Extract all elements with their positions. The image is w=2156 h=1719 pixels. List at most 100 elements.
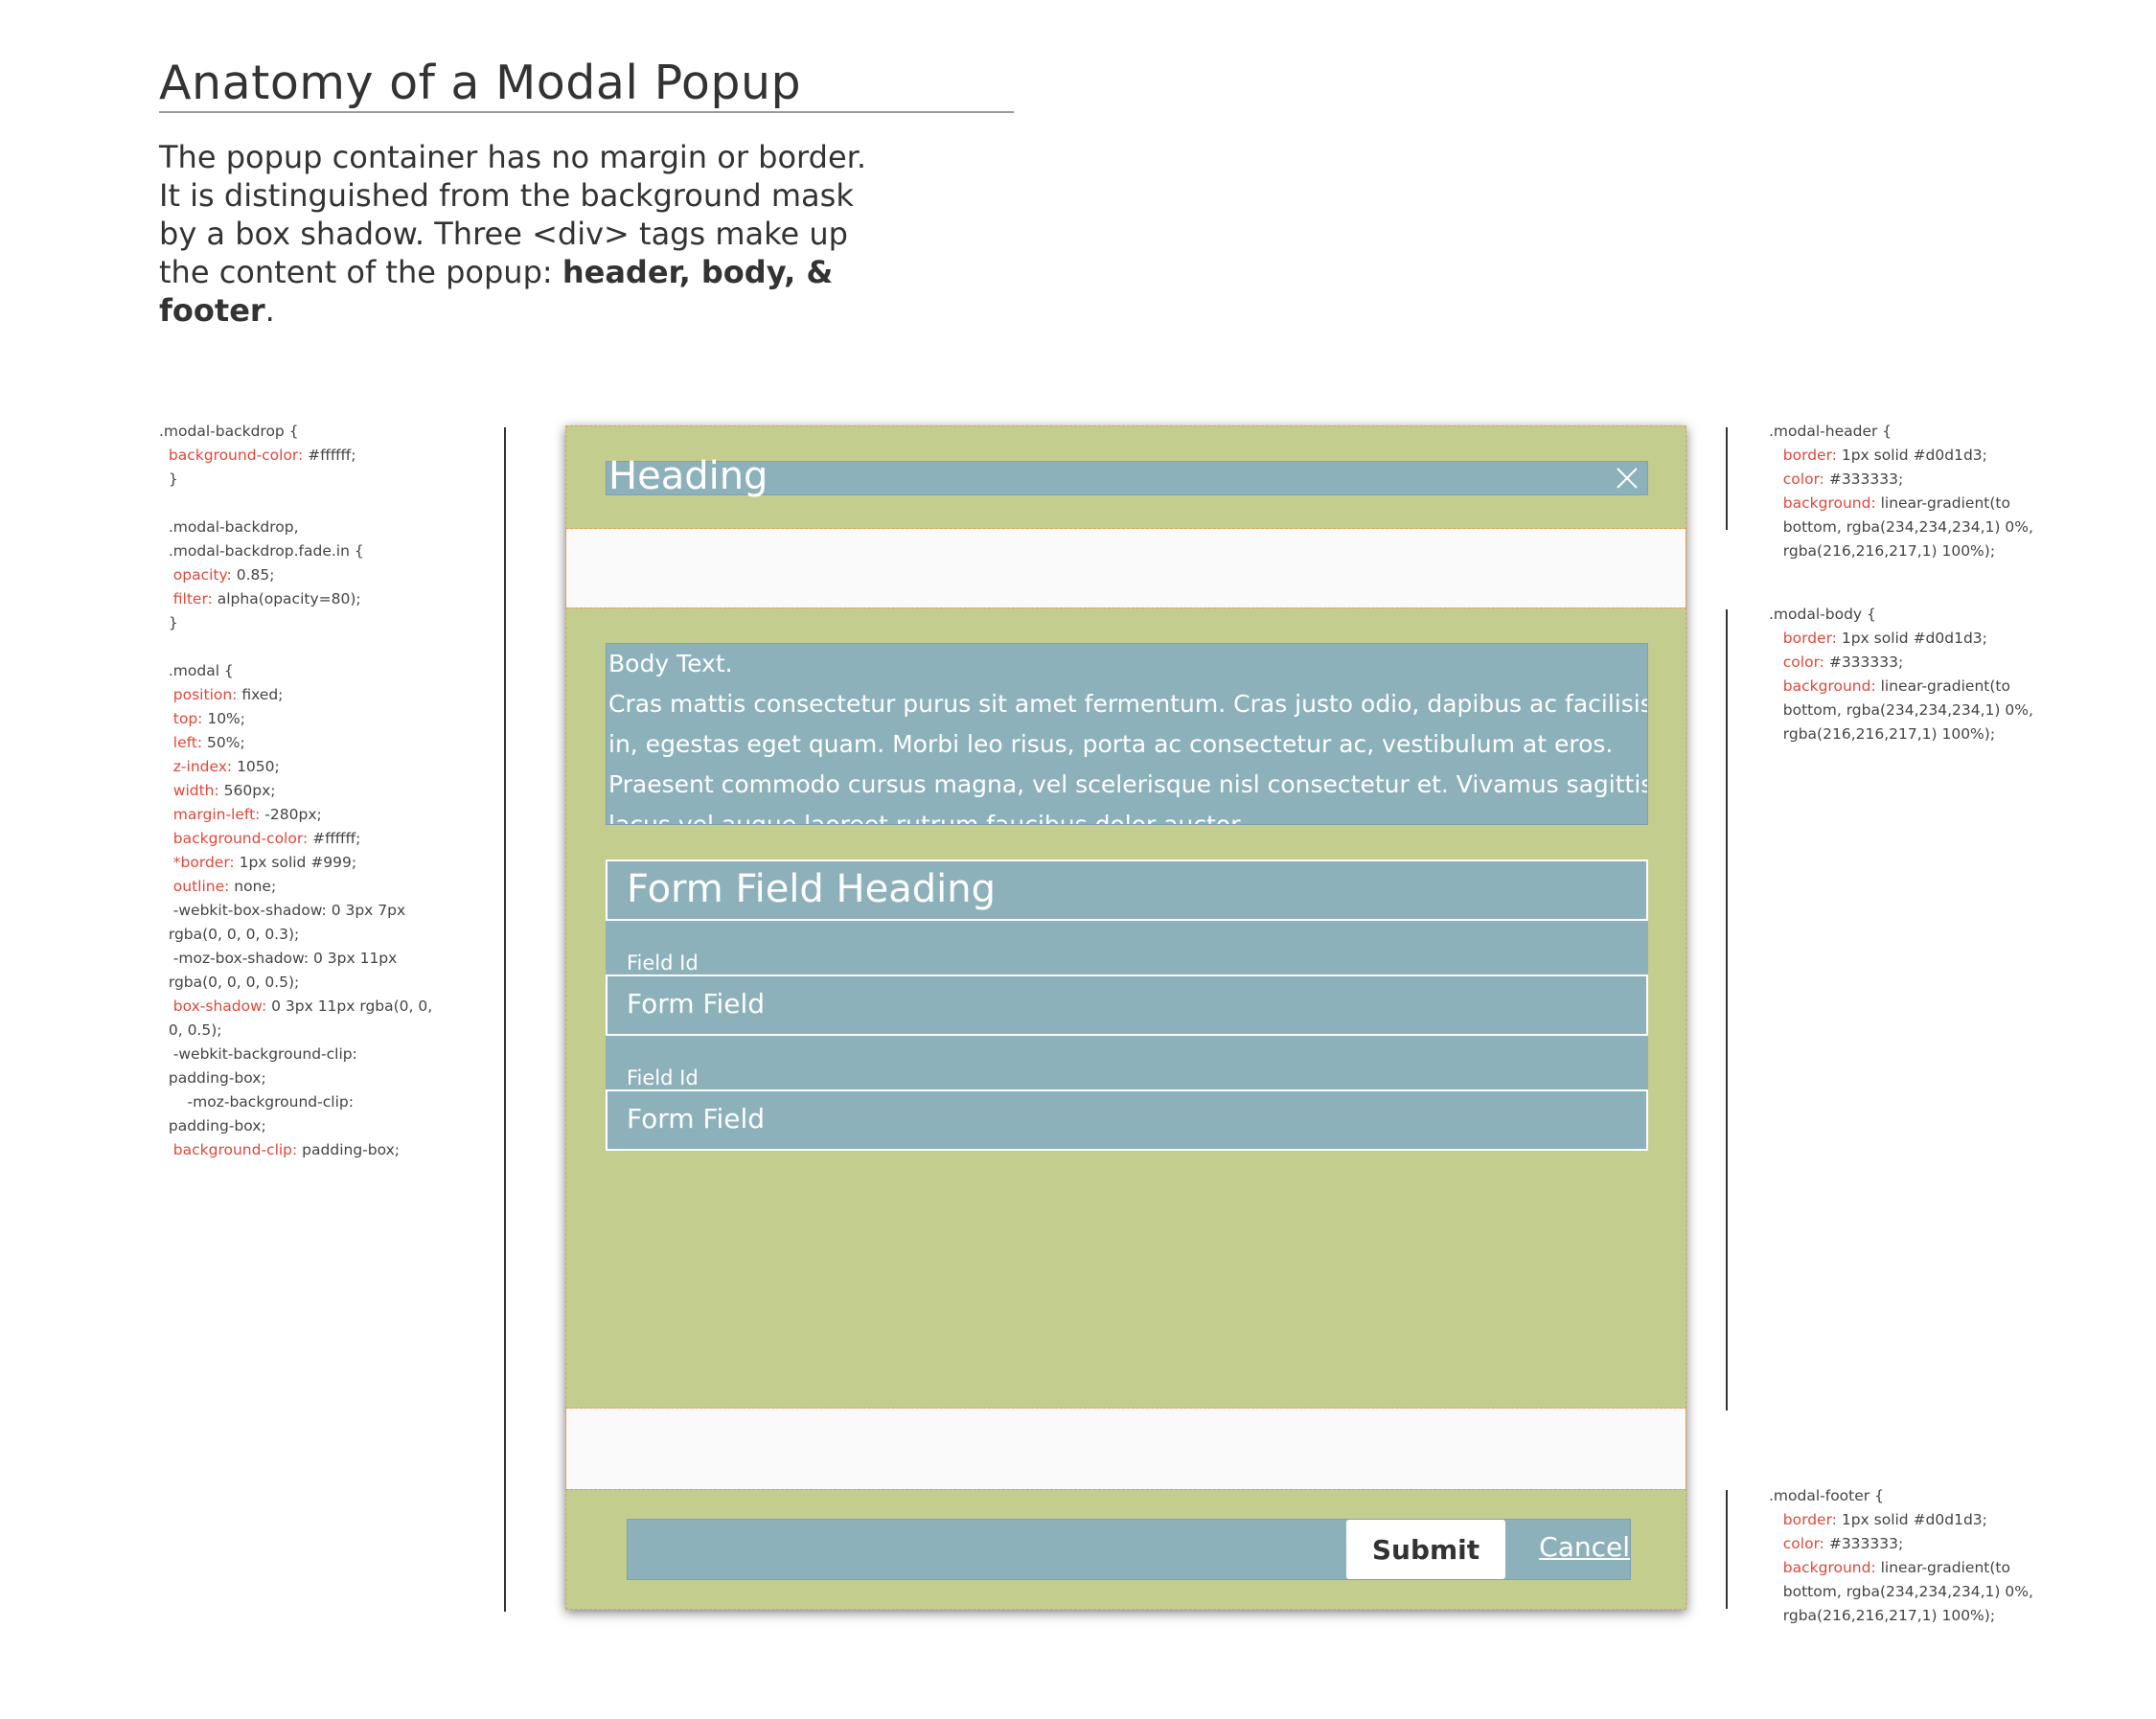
code-value: linear-gradient(to — [1875, 1559, 2010, 1576]
cancel-link[interactable]: Cancel — [1539, 1531, 1630, 1563]
code-value: #ffffff; — [303, 447, 356, 464]
code-value: 0.85; — [231, 566, 275, 584]
code-line: rgba(216,216,217,1) 100%); — [1769, 1604, 2033, 1628]
modal-header-css-code: .modal-header { border: 1px solid #d0d1d… — [1769, 420, 2033, 563]
form-heading-box: Form Field Heading — [606, 860, 1648, 921]
modal-footer-css-code: .modal-footer { border: 1px solid #d0d1d… — [1769, 1484, 2033, 1628]
code-line: rgba(0, 0, 0, 0.5); — [159, 971, 432, 995]
code-text: .modal-backdrop { — [159, 423, 299, 440]
body-text-line: lacus vel augue laoreet rutrum faucibus … — [608, 811, 1247, 825]
code-line: position: fixed; — [159, 683, 432, 707]
code-value: 0 3px 11px rgba(0, 0, — [266, 997, 433, 1015]
code-line: .modal-header { — [1769, 420, 2033, 444]
code-line: padding-box; — [159, 1114, 432, 1138]
body-text-line: Praesent commodo cursus magna, vel scele… — [608, 770, 1648, 798]
code-line: -moz-box-shadow: 0 3px 11px — [159, 947, 432, 971]
body-text-line: Body Text. — [608, 650, 733, 677]
code-text: rgba(216,216,217,1) 100%); — [1769, 542, 1996, 560]
code-property: width: — [172, 782, 219, 799]
code-line: margin-left: -280px; — [159, 803, 432, 827]
code-line: -moz-background-clip: — [159, 1090, 432, 1114]
body-text: Body Text. Cras mattis consectetur purus… — [606, 643, 1648, 825]
modal-css-code: .modal-backdrop { background-color: #fff… — [159, 420, 432, 1162]
code-line: bottom, rgba(234,234,234,1) 0%, — [1769, 1580, 2033, 1604]
code-line: bottom, rgba(234,234,234,1) 0%, — [1769, 516, 2033, 539]
form-field-text: Form Field — [627, 1103, 766, 1135]
code-line: border: 1px solid #d0d1d3; — [1769, 627, 2033, 651]
code-line: color: #333333; — [1769, 468, 2033, 492]
code-text: .modal { — [159, 662, 234, 679]
code-line: .modal-backdrop { — [159, 420, 432, 444]
footer-bar: Submit Cancel — [627, 1519, 1631, 1580]
code-value: padding-box; — [297, 1141, 400, 1158]
code-value: 1px solid #d0d1d3; — [1836, 1511, 1987, 1528]
code-property: border: — [1782, 1511, 1837, 1528]
code-value: alpha(opacity=80); — [212, 590, 361, 607]
modal-bracket-line — [504, 427, 506, 1612]
form-field-input[interactable]: Form Field — [606, 1089, 1648, 1151]
code-value: #333333; — [1823, 1535, 1904, 1552]
modal-header: Heading — [565, 425, 1686, 529]
code-line: box-shadow: 0 3px 11px rgba(0, 0, — [159, 995, 432, 1019]
code-property: color: — [1782, 470, 1824, 488]
code-value: 1px solid #999; — [234, 854, 357, 871]
code-line: -webkit-box-shadow: 0 3px 7px — [159, 899, 432, 923]
code-property: color: — [1782, 653, 1824, 671]
field-label: Field Id — [627, 951, 699, 974]
code-property: border: — [1782, 630, 1837, 647]
intro-paragraph: The popup container has no margin or bor… — [159, 138, 887, 330]
form-field-input[interactable]: Form Field — [606, 974, 1648, 1036]
code-line: *border: 1px solid #999; — [159, 851, 432, 875]
code-line: outline: none; — [159, 875, 432, 899]
code-property: background-clip: — [172, 1141, 298, 1158]
code-text: -webkit-background-clip: — [159, 1045, 357, 1063]
code-text: -webkit-box-shadow: 0 3px 7px — [159, 902, 406, 919]
code-line: rgba(216,216,217,1) 100%); — [1769, 722, 2033, 746]
code-property: filter: — [172, 590, 213, 607]
code-text: rgba(216,216,217,1) 100%); — [1769, 725, 1996, 743]
code-line: -webkit-background-clip: — [159, 1043, 432, 1066]
code-line: padding-box; — [159, 1066, 432, 1090]
code-value: linear-gradient(to — [1875, 494, 2010, 512]
code-line: width: 560px; — [159, 779, 432, 803]
close-icon[interactable] — [1615, 466, 1640, 491]
code-property: opacity: — [172, 566, 232, 584]
code-line: background-color: #ffffff; — [159, 444, 432, 468]
code-value: 1050; — [232, 758, 280, 775]
code-property: border: — [1782, 447, 1837, 464]
code-value: #333333; — [1823, 653, 1904, 671]
code-line: color: #333333; — [1769, 651, 2033, 675]
code-line: background: linear-gradient(to — [1769, 1556, 2033, 1580]
code-line: .modal-backdrop.fade.in { — [159, 539, 432, 563]
code-line: background: linear-gradient(to — [1769, 492, 2033, 516]
modal-body: Body Text. Cras mattis consectetur purus… — [565, 607, 1686, 1409]
code-text: rgba(0, 0, 0, 0.5); — [159, 974, 300, 991]
code-text: bottom, rgba(234,234,234,1) 0%, — [1769, 518, 2033, 536]
code-value: 1px solid #d0d1d3; — [1836, 447, 1987, 464]
code-text: rgba(0, 0, 0, 0.3); — [159, 926, 300, 943]
header-bracket-line — [1726, 427, 1728, 530]
code-value: linear-gradient(to — [1875, 677, 2010, 695]
code-text: } — [159, 470, 178, 488]
modal-body-css-code: .modal-body { border: 1px solid #d0d1d3;… — [1769, 603, 2033, 746]
submit-button[interactable]: Submit — [1346, 1520, 1505, 1579]
intro-end: . — [264, 292, 275, 329]
code-value: fixed; — [237, 686, 284, 703]
code-line: rgba(216,216,217,1) 100%); — [1769, 539, 2033, 563]
code-text: .modal-backdrop.fade.in { — [159, 542, 364, 560]
code-value: 10%; — [202, 710, 246, 727]
